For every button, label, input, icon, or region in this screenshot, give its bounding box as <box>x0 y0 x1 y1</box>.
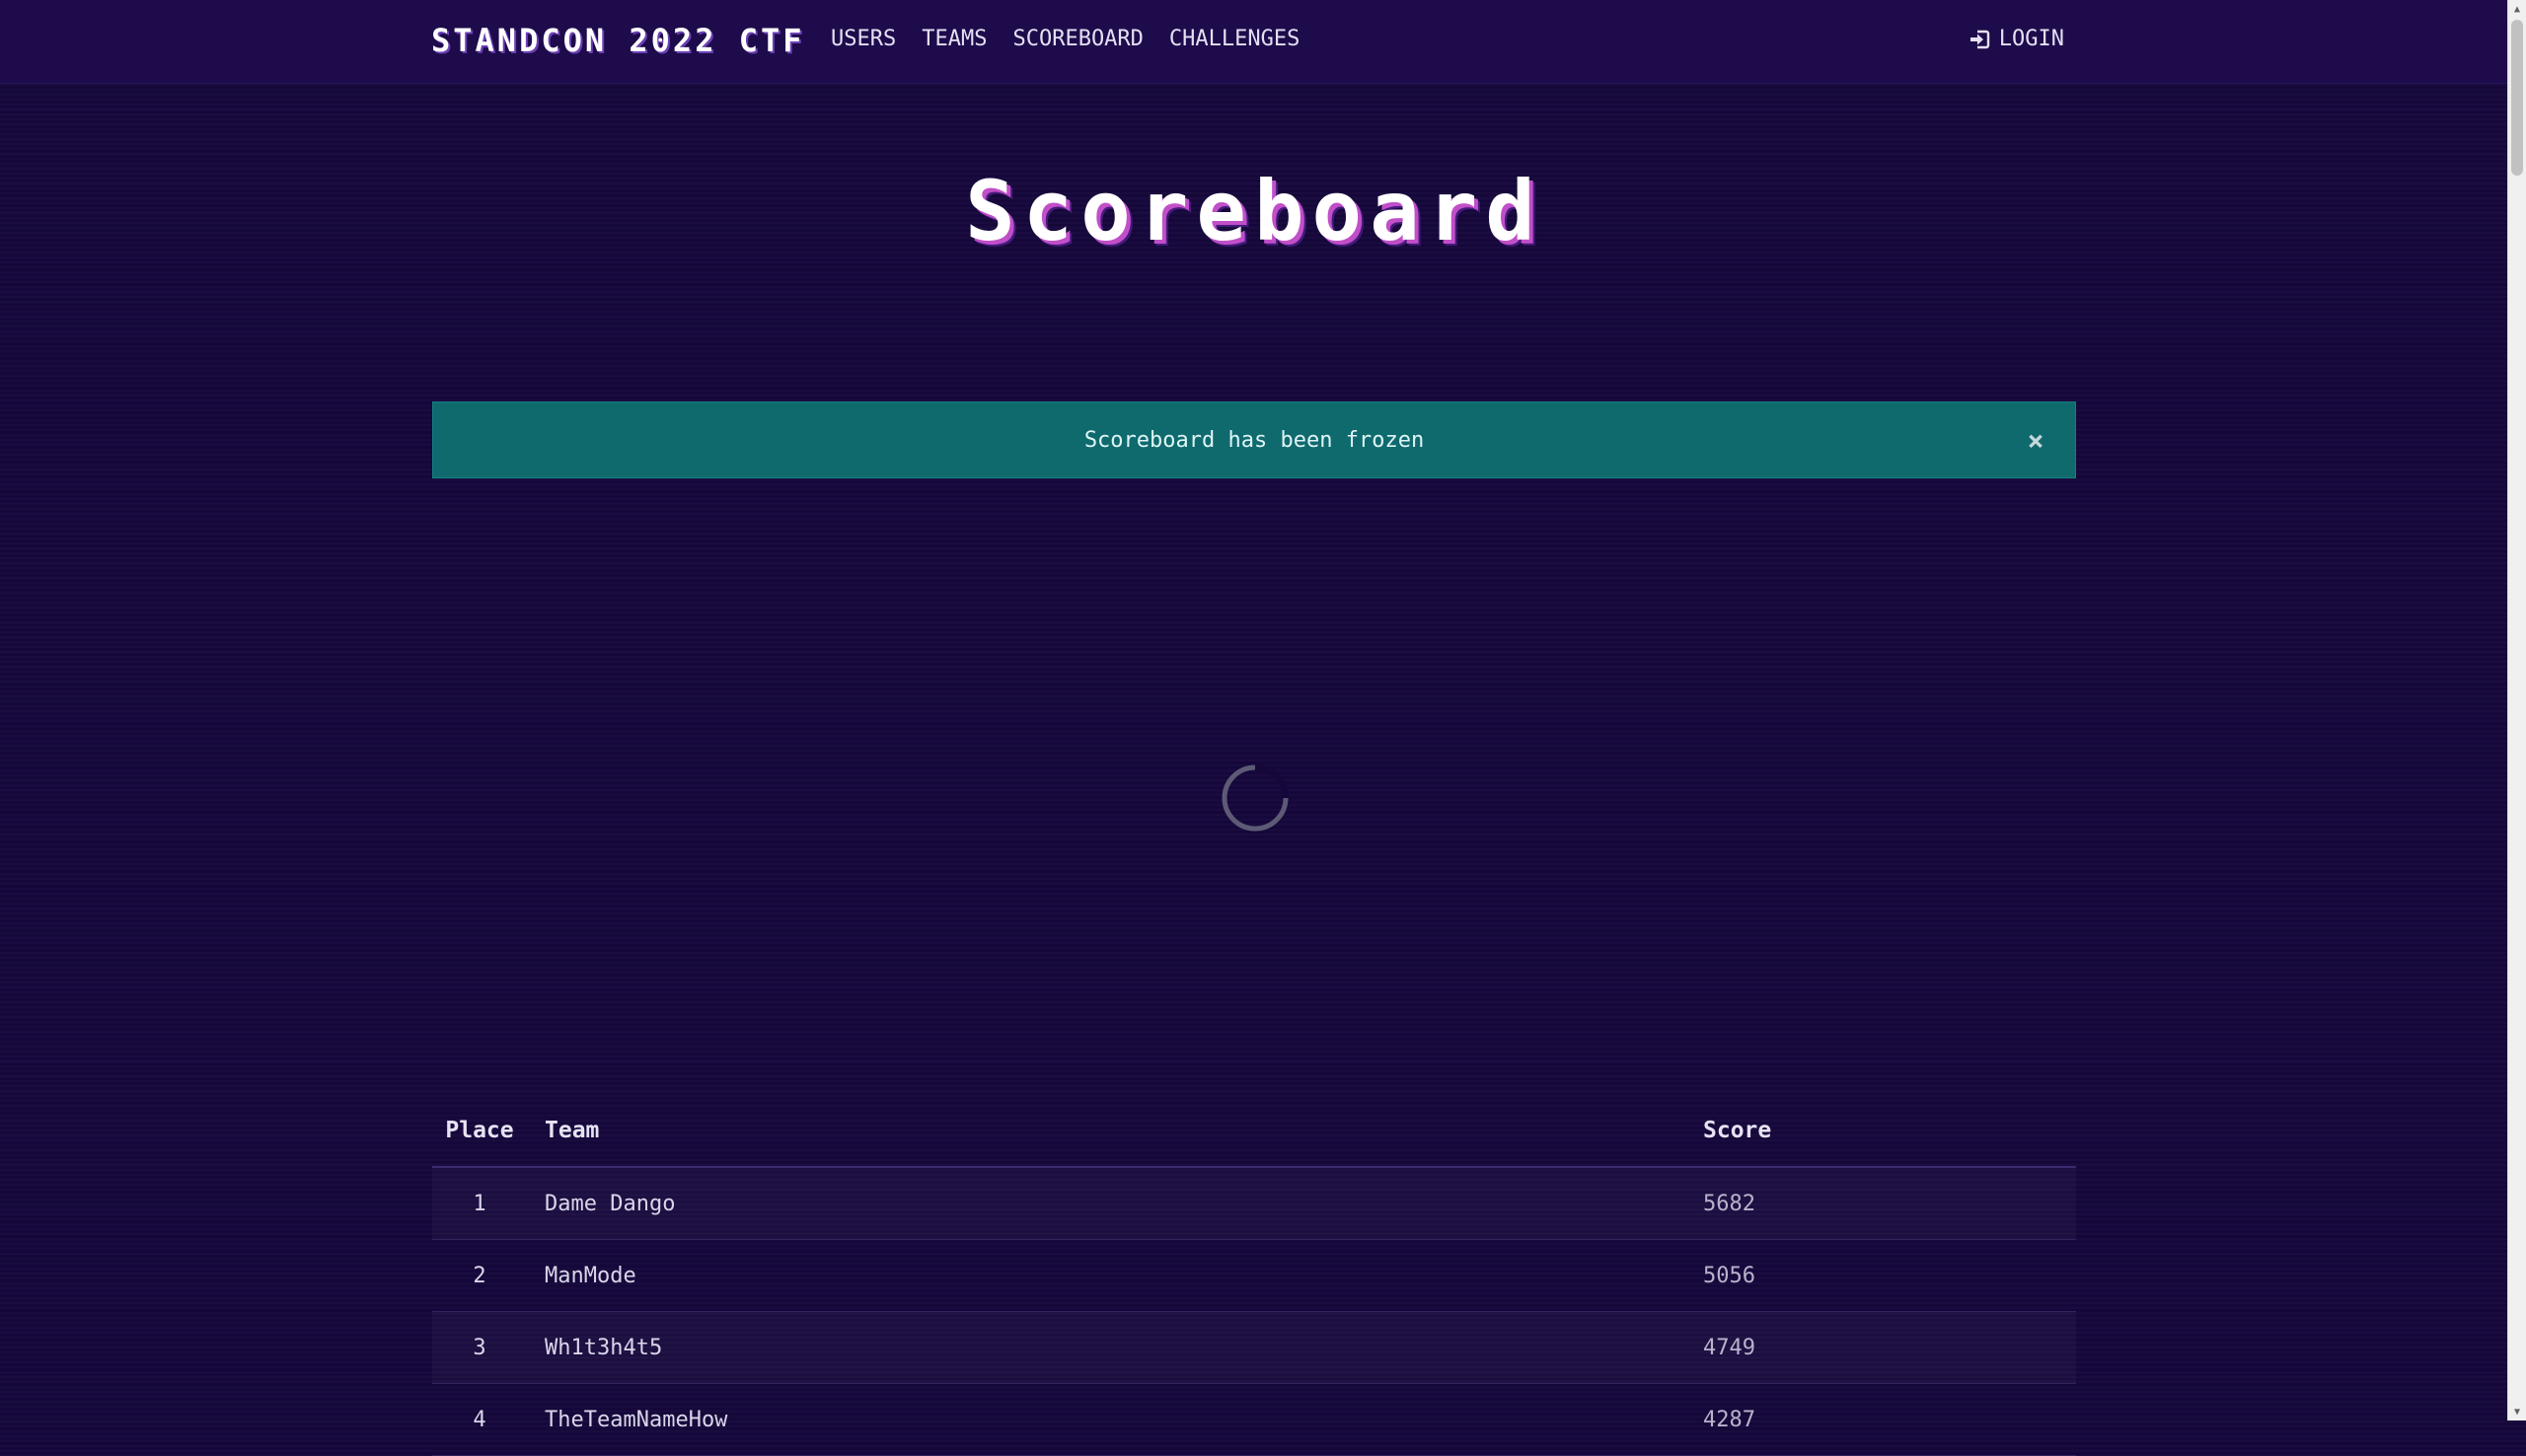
row-score: 5682 <box>1703 1167 2076 1240</box>
table-row: 1 Dame Dango 5682 <box>432 1167 2076 1240</box>
close-icon[interactable]: × <box>2020 424 2051 457</box>
nav-links: USERS TEAMS SCOREBOARD CHALLENGES <box>831 27 1325 51</box>
login-link[interactable]: LOGIN <box>1968 27 2064 51</box>
scoreboard-table: Place Team Score 1 Dame Dango 5682 2 Man… <box>432 1095 2076 1456</box>
frozen-alert: Scoreboard has been frozen × <box>432 401 2076 478</box>
row-place: 1 <box>432 1167 527 1240</box>
login-label: LOGIN <box>1998 27 2064 51</box>
table-row: 4 TheTeamNameHow 4287 <box>432 1383 2076 1456</box>
table-row: 2 ManMode 5056 <box>432 1239 2076 1312</box>
row-team-link[interactable]: TheTeamNameHow <box>527 1383 1703 1456</box>
row-place: 2 <box>432 1239 527 1312</box>
header-place[interactable]: Place <box>432 1095 527 1168</box>
scroll-down-arrow-icon[interactable]: ▼ <box>2508 1403 2526 1420</box>
table-header-row: Place Team Score <box>432 1095 2076 1168</box>
sign-in-icon <box>1969 30 1989 48</box>
nav-link-users[interactable]: USERS <box>831 27 896 51</box>
row-score: 4287 <box>1703 1383 2076 1456</box>
row-score: 5056 <box>1703 1239 2076 1312</box>
header-team[interactable]: Team <box>527 1095 1703 1168</box>
nav-link-challenges[interactable]: CHALLENGES <box>1169 27 1300 51</box>
row-team-link[interactable]: Dame Dango <box>527 1167 1703 1240</box>
row-team-link[interactable]: ManMode <box>527 1239 1703 1312</box>
page-title: Scoreboard <box>965 163 1543 259</box>
nav-link-scoreboard[interactable]: SCOREBOARD <box>1012 27 1143 51</box>
row-place: 3 <box>432 1311 527 1384</box>
brand-logo[interactable]: STANDCON 2022 CTF <box>431 22 805 59</box>
alert-message: Scoreboard has been frozen <box>1083 427 1425 453</box>
scrollbar-thumb[interactable] <box>2511 20 2523 176</box>
top-navbar: STANDCON 2022 CTF USERS TEAMS SCOREBOARD… <box>0 0 2508 84</box>
row-place: 4 <box>432 1383 527 1456</box>
nav-link-teams[interactable]: TEAMS <box>922 27 987 51</box>
row-team-link[interactable]: Wh1t3h4t5 <box>527 1311 1703 1384</box>
header-score[interactable]: Score <box>1703 1095 2076 1168</box>
loading-spinner-icon <box>1222 764 1290 832</box>
row-score: 4749 <box>1703 1311 2076 1384</box>
vertical-scrollbar[interactable]: ▲ ▼ <box>2507 0 2526 1420</box>
table-row: 3 Wh1t3h4t5 4749 <box>432 1311 2076 1384</box>
scroll-up-arrow-icon[interactable]: ▲ <box>2508 0 2526 18</box>
